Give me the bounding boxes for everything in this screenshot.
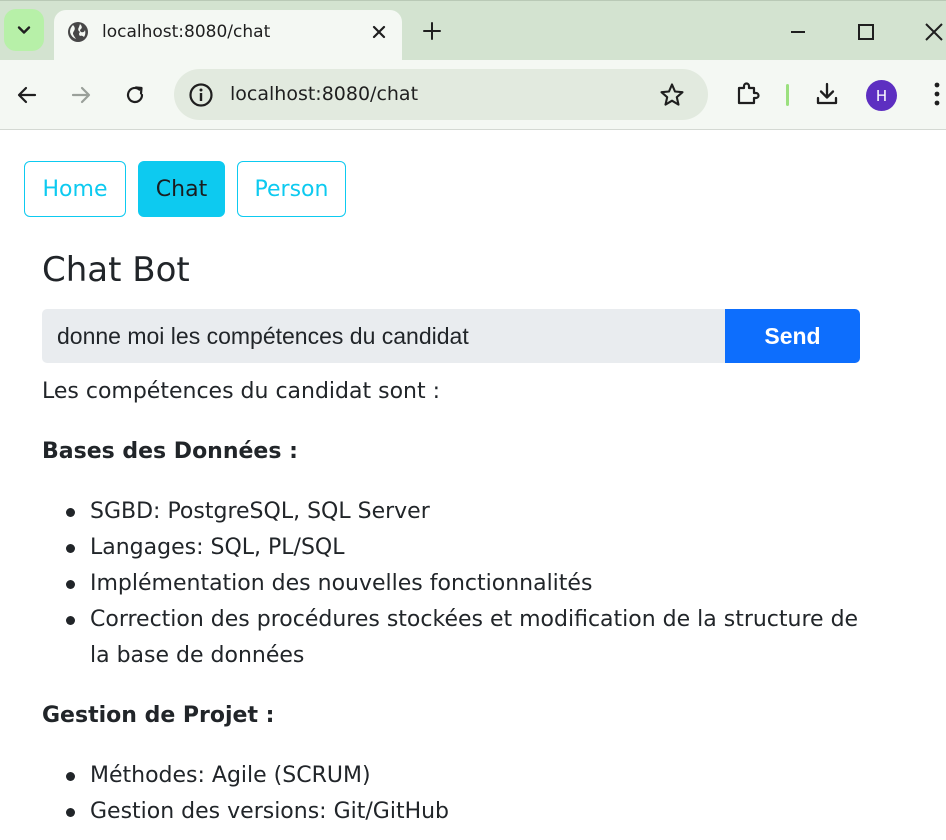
response-intro: Les compétences du candidat sont : [42,379,440,404]
address-bar[interactable]: localhost:8080/chat [174,69,708,120]
close-icon [925,23,943,41]
forward-button[interactable] [63,77,99,113]
chat-query-input[interactable] [42,309,726,363]
response-list: Méthodes: Agile (SCRUM) Gestion des vers… [42,758,872,830]
browser-tabstrip: localhost:8080/chat [0,0,946,61]
browser-toolbar: localhost:8080/chat H [0,60,946,130]
response-section-title: Gestion de Projet : [42,703,275,728]
profile-avatar[interactable]: H [866,80,897,111]
chat-response: Les compétences du candidat sont : Bases… [42,374,872,830]
maximize-icon [858,24,874,40]
tab-search-button[interactable] [4,9,44,51]
response-list: SGBD: PostgreSQL, SQL Server Langages: S… [42,494,872,674]
plus-icon [423,22,441,40]
toolbar-separator [786,84,789,106]
chevron-down-icon [17,26,31,34]
globe-icon [68,22,88,42]
star-icon[interactable] [658,81,686,109]
browser-tab-active[interactable]: localhost:8080/chat [54,10,402,61]
list-item: Langages: SQL, PL/SQL [42,530,872,566]
downloads-button[interactable] [810,77,844,111]
tab-close-button[interactable] [366,19,392,45]
extensions-button[interactable] [731,77,765,111]
list-item: Gestion des versions: Git/GitHub [42,794,872,830]
new-tab-button[interactable] [418,17,446,45]
list-item: SGBD: PostgreSQL, SQL Server [42,494,872,530]
tab-title: localhost:8080/chat [102,22,271,42]
minimize-icon [791,31,805,33]
minimize-button[interactable] [781,15,815,49]
puzzle-icon [737,82,760,105]
nav-chat-button[interactable]: Chat [138,161,225,217]
send-button[interactable]: Send [725,309,860,363]
back-button[interactable] [9,77,45,113]
reload-button[interactable] [117,77,153,113]
close-icon [372,25,386,39]
reload-icon [126,86,144,104]
back-arrow-icon [17,86,37,104]
download-icon [816,82,838,105]
page-title: Chat Bot [42,250,190,290]
maximize-button[interactable] [849,15,883,49]
close-window-button[interactable] [917,15,946,49]
nav-person-button[interactable]: Person [237,161,346,217]
list-item: Correction des procédures stockées et mo… [42,602,872,674]
list-item: Implémentation des nouvelles fonctionnal… [42,566,872,602]
kebab-menu-icon [934,82,940,106]
address-url: localhost:8080/chat [230,83,419,105]
info-icon[interactable] [188,82,214,108]
browser-menu-button[interactable] [920,77,946,111]
response-section-title: Bases des Données : [42,439,298,464]
list-item: Méthodes: Agile (SCRUM) [42,758,872,794]
nav-home-button[interactable]: Home [24,161,126,217]
forward-arrow-icon [71,86,91,104]
